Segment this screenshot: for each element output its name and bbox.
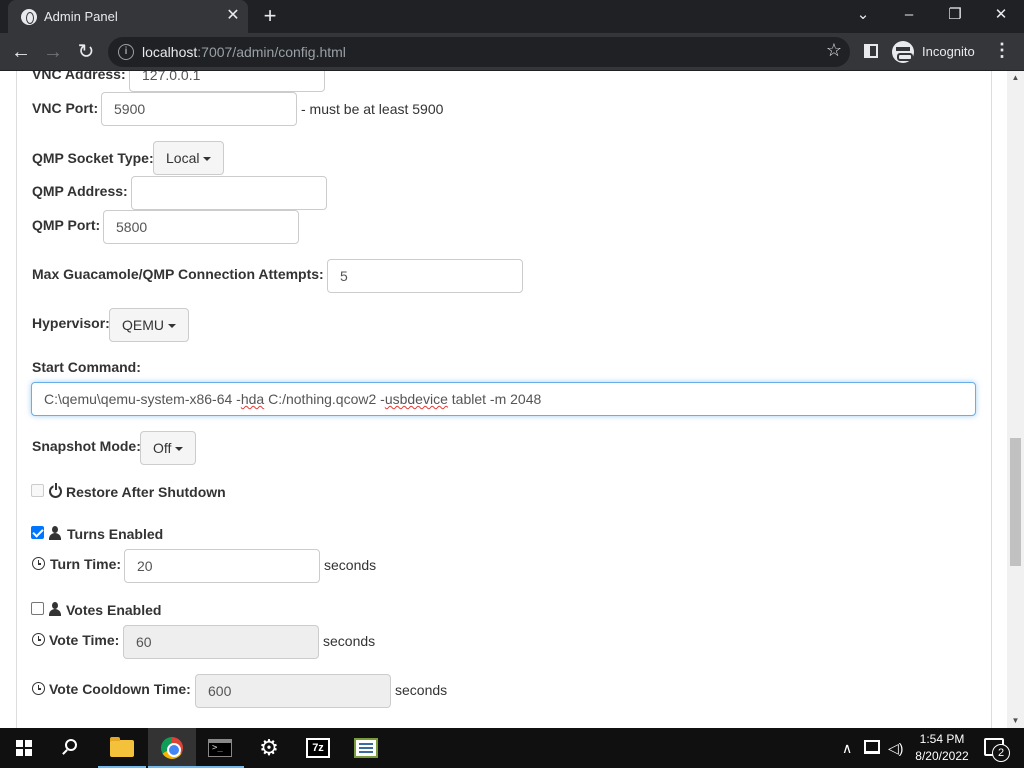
taskbar-7zip[interactable] bbox=[294, 728, 342, 768]
bookmark-star-icon[interactable]: ☆ bbox=[826, 40, 842, 61]
browser-titlebar: Admin Panel ✕ + ⌄ – ❐ ✕ bbox=[0, 0, 1024, 33]
volume-icon[interactable]: ◁) bbox=[888, 740, 903, 757]
scroll-down-arrow-icon[interactable]: ▼ bbox=[1007, 714, 1024, 728]
restore-icon[interactable]: ❐ bbox=[932, 0, 978, 33]
globe-icon bbox=[21, 9, 37, 25]
search-icon bbox=[65, 739, 77, 751]
taskbar-date: 8/20/2022 bbox=[915, 749, 969, 763]
vote-time-input[interactable]: 60 bbox=[123, 625, 319, 659]
vote-time-label: Vote Time: bbox=[49, 632, 120, 648]
turn-time-unit: seconds bbox=[324, 557, 377, 573]
windows-logo-icon bbox=[16, 740, 32, 756]
tab-admin-panel[interactable]: Admin Panel ✕ bbox=[8, 0, 248, 33]
qmp-address-label: QMP Address: bbox=[32, 183, 128, 199]
terminal-icon bbox=[208, 739, 232, 757]
power-icon bbox=[49, 483, 62, 498]
vnc-port-input[interactable]: 5900 bbox=[101, 92, 297, 126]
page-viewport: VNC Address: 127.0.0.1 VNC Port: 5900 - … bbox=[0, 71, 1024, 728]
taskbar-chrome[interactable] bbox=[148, 728, 196, 768]
vnc-port-hint: - must be at least 5900 bbox=[301, 101, 444, 117]
clock-icon bbox=[32, 557, 45, 570]
chevron-up-icon[interactable]: ∧ bbox=[842, 740, 852, 757]
max-attempts-input[interactable]: 5 bbox=[327, 259, 523, 293]
minimize-icon[interactable]: – bbox=[886, 0, 932, 33]
hypervisor-label: Hypervisor: bbox=[32, 315, 110, 331]
vote-cooldown-label: Vote Cooldown Time: bbox=[49, 681, 191, 697]
tab-title: Admin Panel bbox=[44, 9, 118, 24]
vote-time-unit: seconds bbox=[323, 633, 376, 649]
scroll-up-arrow-icon[interactable]: ▲ bbox=[1007, 71, 1024, 85]
caret-down-icon bbox=[203, 157, 212, 162]
taskbar-file-explorer[interactable] bbox=[98, 728, 146, 768]
vote-cooldown-input[interactable]: 600 bbox=[195, 674, 391, 708]
votes-enabled-checkbox[interactable] bbox=[31, 602, 44, 615]
tab-search-chevron-icon[interactable]: ⌄ bbox=[840, 0, 886, 33]
taskbar-app[interactable] bbox=[342, 728, 390, 768]
max-attempts-label: Max Guacamole/QMP Connection Attempts: bbox=[32, 266, 324, 282]
caret-down-icon bbox=[168, 324, 176, 329]
start-command-label: Start Command: bbox=[32, 359, 141, 375]
spreadsheet-icon bbox=[354, 738, 378, 758]
folder-icon bbox=[110, 737, 134, 757]
side-panel-icon[interactable] bbox=[864, 44, 878, 58]
vote-cooldown-unit: seconds bbox=[395, 682, 448, 698]
new-tab-icon[interactable]: + bbox=[258, 4, 282, 28]
tab-close-icon[interactable]: ✕ bbox=[222, 5, 244, 27]
taskbar-time: 1:54 PM bbox=[919, 732, 965, 746]
chrome-icon bbox=[161, 737, 183, 759]
network-icon[interactable] bbox=[864, 740, 880, 754]
reload-icon[interactable]: ↻ bbox=[71, 37, 101, 67]
votes-enabled-label: Votes Enabled bbox=[66, 602, 162, 618]
incognito-label: Incognito bbox=[922, 44, 975, 59]
qmp-address-input[interactable] bbox=[131, 176, 327, 210]
vnc-address-label: VNC Address: bbox=[32, 71, 126, 82]
close-window-icon[interactable]: ✕ bbox=[978, 0, 1024, 33]
kebab-menu-icon[interactable]: ⋮ bbox=[992, 40, 1012, 61]
caret-down-icon bbox=[175, 447, 184, 452]
user-icon bbox=[48, 602, 62, 616]
notification-count-badge: 2 bbox=[992, 744, 1010, 762]
7zip-icon bbox=[306, 738, 330, 758]
qmp-socket-type-dropdown[interactable]: Local bbox=[153, 141, 225, 175]
taskbar-search-button[interactable] bbox=[48, 728, 96, 768]
turns-enabled-label: Turns Enabled bbox=[67, 526, 164, 542]
qmp-port-label: QMP Port: bbox=[32, 217, 101, 233]
turn-time-input[interactable]: 20 bbox=[124, 549, 320, 583]
snapshot-mode-label: Snapshot Mode: bbox=[32, 438, 141, 454]
turns-enabled-checkbox[interactable] bbox=[31, 526, 44, 539]
taskbar-terminal[interactable] bbox=[196, 728, 244, 768]
start-command-input[interactable]: C:\qemu\qemu-system-x86-64 -hda C:/nothi… bbox=[31, 382, 976, 416]
restore-after-shutdown-checkbox[interactable] bbox=[31, 484, 44, 497]
scrollbar-thumb[interactable] bbox=[1010, 438, 1021, 566]
gear-icon: ⚙ bbox=[259, 735, 279, 760]
page-scrollbar[interactable]: ▲ ▼ bbox=[1007, 71, 1024, 728]
vnc-port-label: VNC Port: bbox=[32, 100, 99, 116]
clock-icon bbox=[32, 682, 45, 695]
user-icon bbox=[48, 526, 62, 540]
back-arrow-icon[interactable]: ← bbox=[6, 37, 36, 67]
vnc-address-input[interactable]: 127.0.0.1 bbox=[129, 71, 325, 92]
snapshot-mode-dropdown[interactable]: Off bbox=[140, 431, 197, 465]
qmp-socket-type-label: QMP Socket Type: bbox=[32, 150, 154, 166]
url-text[interactable]: localhost:7007/admin/config.html bbox=[142, 44, 346, 60]
qmp-port-input[interactable]: 5800 bbox=[103, 210, 299, 244]
start-button[interactable] bbox=[0, 728, 48, 768]
clock-icon bbox=[32, 633, 45, 646]
address-bar[interactable]: i localhost:7007/admin/config.html ☆ bbox=[108, 37, 850, 67]
hypervisor-dropdown[interactable]: QEMU bbox=[109, 308, 189, 342]
restore-after-shutdown-label: Restore After Shutdown bbox=[66, 484, 226, 500]
site-info-icon[interactable]: i bbox=[118, 44, 134, 60]
incognito-icon bbox=[892, 41, 914, 63]
turn-time-label: Turn Time: bbox=[50, 556, 122, 572]
taskbar-clock[interactable]: 1:54 PM 8/20/2022 bbox=[906, 731, 978, 765]
forward-arrow-icon[interactable]: → bbox=[38, 37, 68, 67]
taskbar-settings[interactable]: ⚙ bbox=[245, 728, 293, 768]
